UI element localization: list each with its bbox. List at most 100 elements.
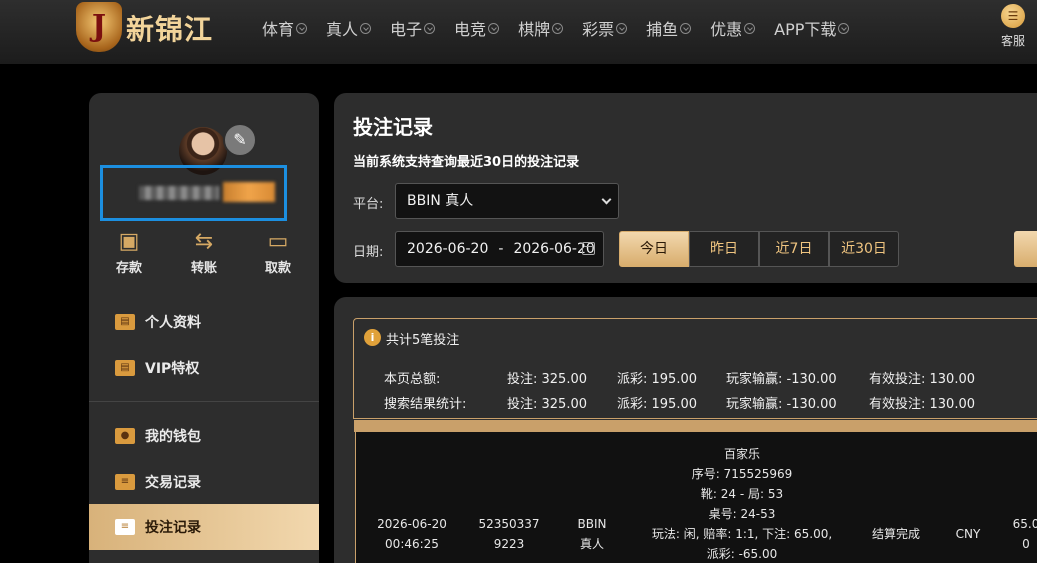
sidebar-item-label: 投注记录 [145,520,201,536]
sidebar-item-label: VIP特权 [145,361,200,377]
clipboard-icon: ≡ [115,519,135,535]
calendar-icon [582,242,595,255]
bet-records-table: 2026-06-20 00:46:25 52350337 9223 BBIN 真… [355,432,1037,563]
summary-box: i 共计5笔投注 本页总额: 投注: 325.00 派彩: 195.00 玩家输… [353,318,1037,419]
range-today-button[interactable]: 今日 [619,231,689,267]
platform-line1: BBIN [577,517,607,531]
transfer-button[interactable]: ⇆ 转账 [174,229,234,276]
transfer-label: 转账 [190,261,217,276]
sidebar-divider [89,401,319,402]
search-button[interactable] [1014,231,1037,267]
edit-profile-button[interactable]: ✎ [223,123,257,157]
range-30days-button[interactable]: 近30日 [829,231,899,267]
range-7days-button[interactable]: 近7日 [759,231,829,267]
query-note: 当前系统支持查询最近30日的投注记录 [353,155,580,170]
bet-amount: 投注: 325.00 [507,372,587,387]
username-redacted [139,186,219,200]
pencil-icon: ✎ [233,130,247,149]
deposit-button[interactable]: ▣ 存款 [99,229,159,276]
row-label: 本页总额: [384,372,441,387]
document-icon: ≡ [115,474,135,490]
valid-bet-amount: 有效投注: 130.00 [869,372,975,387]
nav-label: 捕鱼 [646,20,679,39]
chevron-down-icon [680,22,692,34]
vip-card-icon: ▤ [115,360,135,376]
platform-label: 平台: [353,197,384,212]
date-range-buttons: 今日 昨日 近7日 近30日 [619,231,899,267]
wallet-icon: ▣ [118,229,140,254]
chevron-down-icon [601,194,612,205]
nav-label: 优惠 [710,20,743,39]
nav-item-sports[interactable]: 体育 [262,16,308,40]
amount-line2: 0 [1022,537,1030,551]
nav-label: 彩票 [582,20,615,39]
top-navbar: J 新锦江 体育 真人 电子 电竞 棋牌 彩票 捕鱼 优惠 APP下载 ☰ 客服 [0,0,1037,64]
withdraw-button[interactable]: ▭ 取款 [248,229,308,276]
piggy-bank-icon: ● [115,428,135,444]
winloss-amount: 玩家输赢: -130.00 [726,372,837,387]
bet-count: 共计5笔投注 [386,333,460,348]
chevron-down-icon [296,22,308,34]
nav-item-live[interactable]: 真人 [326,16,372,40]
info-icon: i [364,329,381,346]
order-number-part1: 52350337 [478,517,540,531]
card-icon: ▭ [267,229,289,254]
page-title: 投注记录 [353,115,433,139]
nav-item-fishing[interactable]: 捕鱼 [646,16,692,40]
bet-date: 2026-06-20 [377,517,447,531]
nav-item-app-download[interactable]: APP下载 [774,16,850,40]
sidebar-item-label: 我的钱包 [145,429,201,445]
payout-amount: 派彩: 195.00 [617,397,697,412]
detail-line: 桌号: 24-53 [708,507,776,521]
platform-line2: 真人 [579,537,604,551]
chevron-down-icon [360,22,372,34]
order-number-part2: 9223 [493,537,525,551]
chevron-down-icon [744,22,756,34]
detail-line: 靴: 24 - 局: 53 [700,487,784,501]
nav-item-promotions[interactable]: 优惠 [710,16,756,40]
sidebar-item-transactions[interactable]: ≡ 交易记录 [89,459,319,505]
main-nav: 体育 真人 电子 电竞 棋牌 彩票 捕鱼 优惠 APP下载 [262,16,868,40]
nav-item-esports[interactable]: 电竞 [454,16,500,40]
bet-results-panel: i 共计5笔投注 本页总额: 投注: 325.00 派彩: 195.00 玩家输… [334,297,1037,563]
date-range-input[interactable]: 2026-06-20-2026-06-20 [395,231,604,267]
sidebar-item-label: 交易记录 [145,475,201,491]
deposit-label: 存款 [115,261,142,276]
bet-status: 结算完成 [871,527,920,541]
chevron-down-icon [616,22,628,34]
logo-badge: J [76,2,122,52]
detail-line: 序号: 715525969 [691,467,793,481]
nav-label: 体育 [262,20,295,39]
id-card-icon: ▤ [115,314,135,330]
site-logo[interactable]: J 新锦江 [76,2,236,54]
range-yesterday-button[interactable]: 昨日 [689,231,759,267]
nav-label: 真人 [326,20,359,39]
bet-amount-cell: 65.0 0 [1006,514,1037,554]
nav-label: APP下载 [774,20,837,39]
nav-item-lottery[interactable]: 彩票 [582,16,628,40]
chevron-down-icon [424,22,436,34]
row-label: 搜索结果统计: [384,397,467,412]
chevron-down-icon [838,22,850,34]
sidebar-item-bet-records[interactable]: ≡ 投注记录 [89,504,319,550]
service-label: 客服 [1000,34,1025,48]
date-start: 2026-06-20 [407,241,489,257]
detail-line: 派彩: -65.00 [706,547,778,561]
customer-service-button[interactable]: ☰ 客服 [998,4,1028,49]
valid-bet-amount: 有效投注: 130.00 [869,397,975,412]
sidebar-item-label: 个人资料 [145,315,201,331]
platform-select[interactable]: BBIN 真人 [395,183,619,219]
sidebar-item-profile[interactable]: ▤ 个人资料 [89,299,319,345]
date-label: 日期: [353,245,384,260]
user-info-highlight [100,165,287,221]
bet-details: 百家乐 序号: 715525969 靴: 24 - 局: 53 桌号: 24-5… [638,444,846,563]
bet-amount: 投注: 325.00 [507,397,587,412]
nav-item-cards[interactable]: 棋牌 [518,16,564,40]
detail-line: 玩法: 闲, 赔率: 1:1, 下注: 65.00, [651,527,833,541]
bet-currency: CNY [955,527,981,541]
sidebar-item-wallet[interactable]: ● 我的钱包 [89,413,319,459]
nav-item-slots[interactable]: 电子 [390,16,436,40]
nav-label: 电子 [390,20,423,39]
nav-label: 棋牌 [518,20,551,39]
sidebar-item-vip[interactable]: ▤ VIP特权 [89,345,319,391]
